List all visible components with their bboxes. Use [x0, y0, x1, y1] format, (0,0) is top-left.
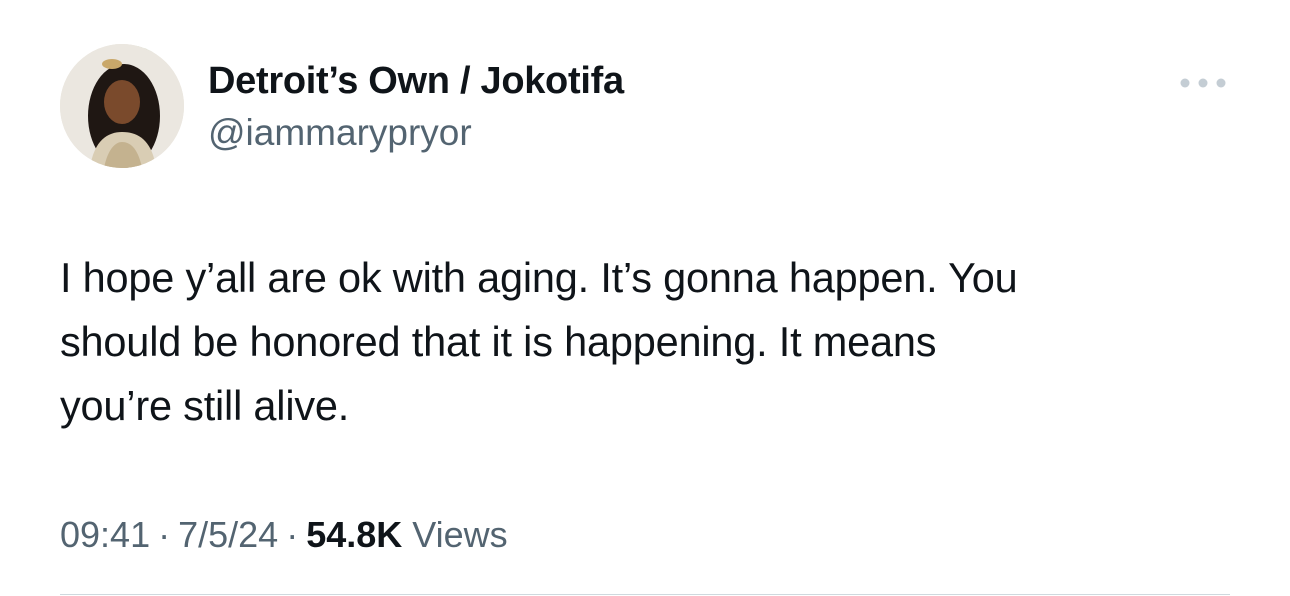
views-count[interactable]: 54.8K	[306, 514, 402, 555]
user-handle[interactable]: @iammarypryor	[208, 110, 472, 156]
tweet-text: I hope y’all are ok with aging. It’s gon…	[60, 254, 1018, 429]
tweet-meta: 09:41 · 7/5/24 · 54.8K Views	[60, 512, 508, 558]
avatar[interactable]	[60, 44, 184, 168]
display-name[interactable]: Detroit’s Own / Jokotifa	[208, 58, 624, 104]
tweet-date[interactable]: 7/5/24	[178, 514, 278, 555]
meta-separator: ·	[158, 514, 171, 555]
avatar-image	[60, 44, 184, 168]
tweet-time[interactable]: 09:41	[60, 514, 150, 555]
views-label[interactable]: Views	[412, 514, 507, 555]
meta-separator: ·	[286, 514, 299, 555]
tweet: Detroit’s Own / Jokotifa @iammarypryor I…	[0, 0, 1290, 596]
divider	[60, 594, 1230, 595]
more-options-button[interactable]	[1176, 66, 1230, 100]
more-horizontal-icon	[1180, 78, 1226, 88]
